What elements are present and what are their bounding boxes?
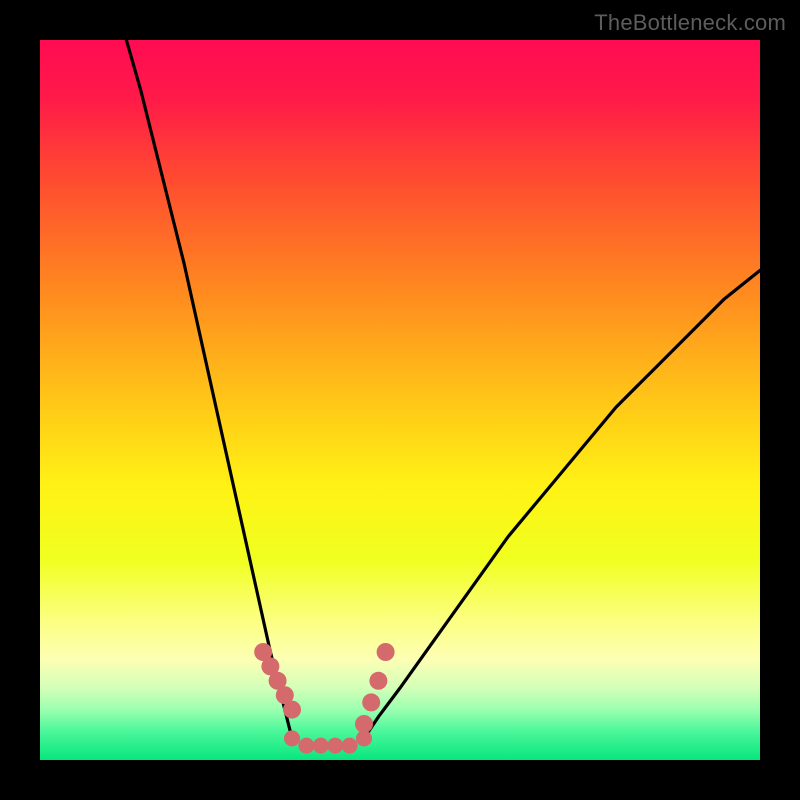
left-curve (126, 40, 292, 738)
curve-layer (40, 40, 760, 760)
marker-dot (284, 730, 300, 746)
marker-dot (362, 693, 380, 711)
bottleneck-markers (254, 643, 394, 754)
right-curve (364, 270, 760, 738)
marker-dot (298, 738, 314, 754)
marker-dot (283, 701, 301, 719)
marker-dot (342, 738, 358, 754)
plot-area (40, 40, 760, 760)
marker-dot (377, 643, 395, 661)
marker-dot (355, 715, 373, 733)
marker-dot (327, 738, 343, 754)
watermark-text: TheBottleneck.com (594, 10, 786, 36)
marker-dot (313, 738, 329, 754)
chart-frame: TheBottleneck.com (0, 0, 800, 800)
marker-dot (369, 672, 387, 690)
